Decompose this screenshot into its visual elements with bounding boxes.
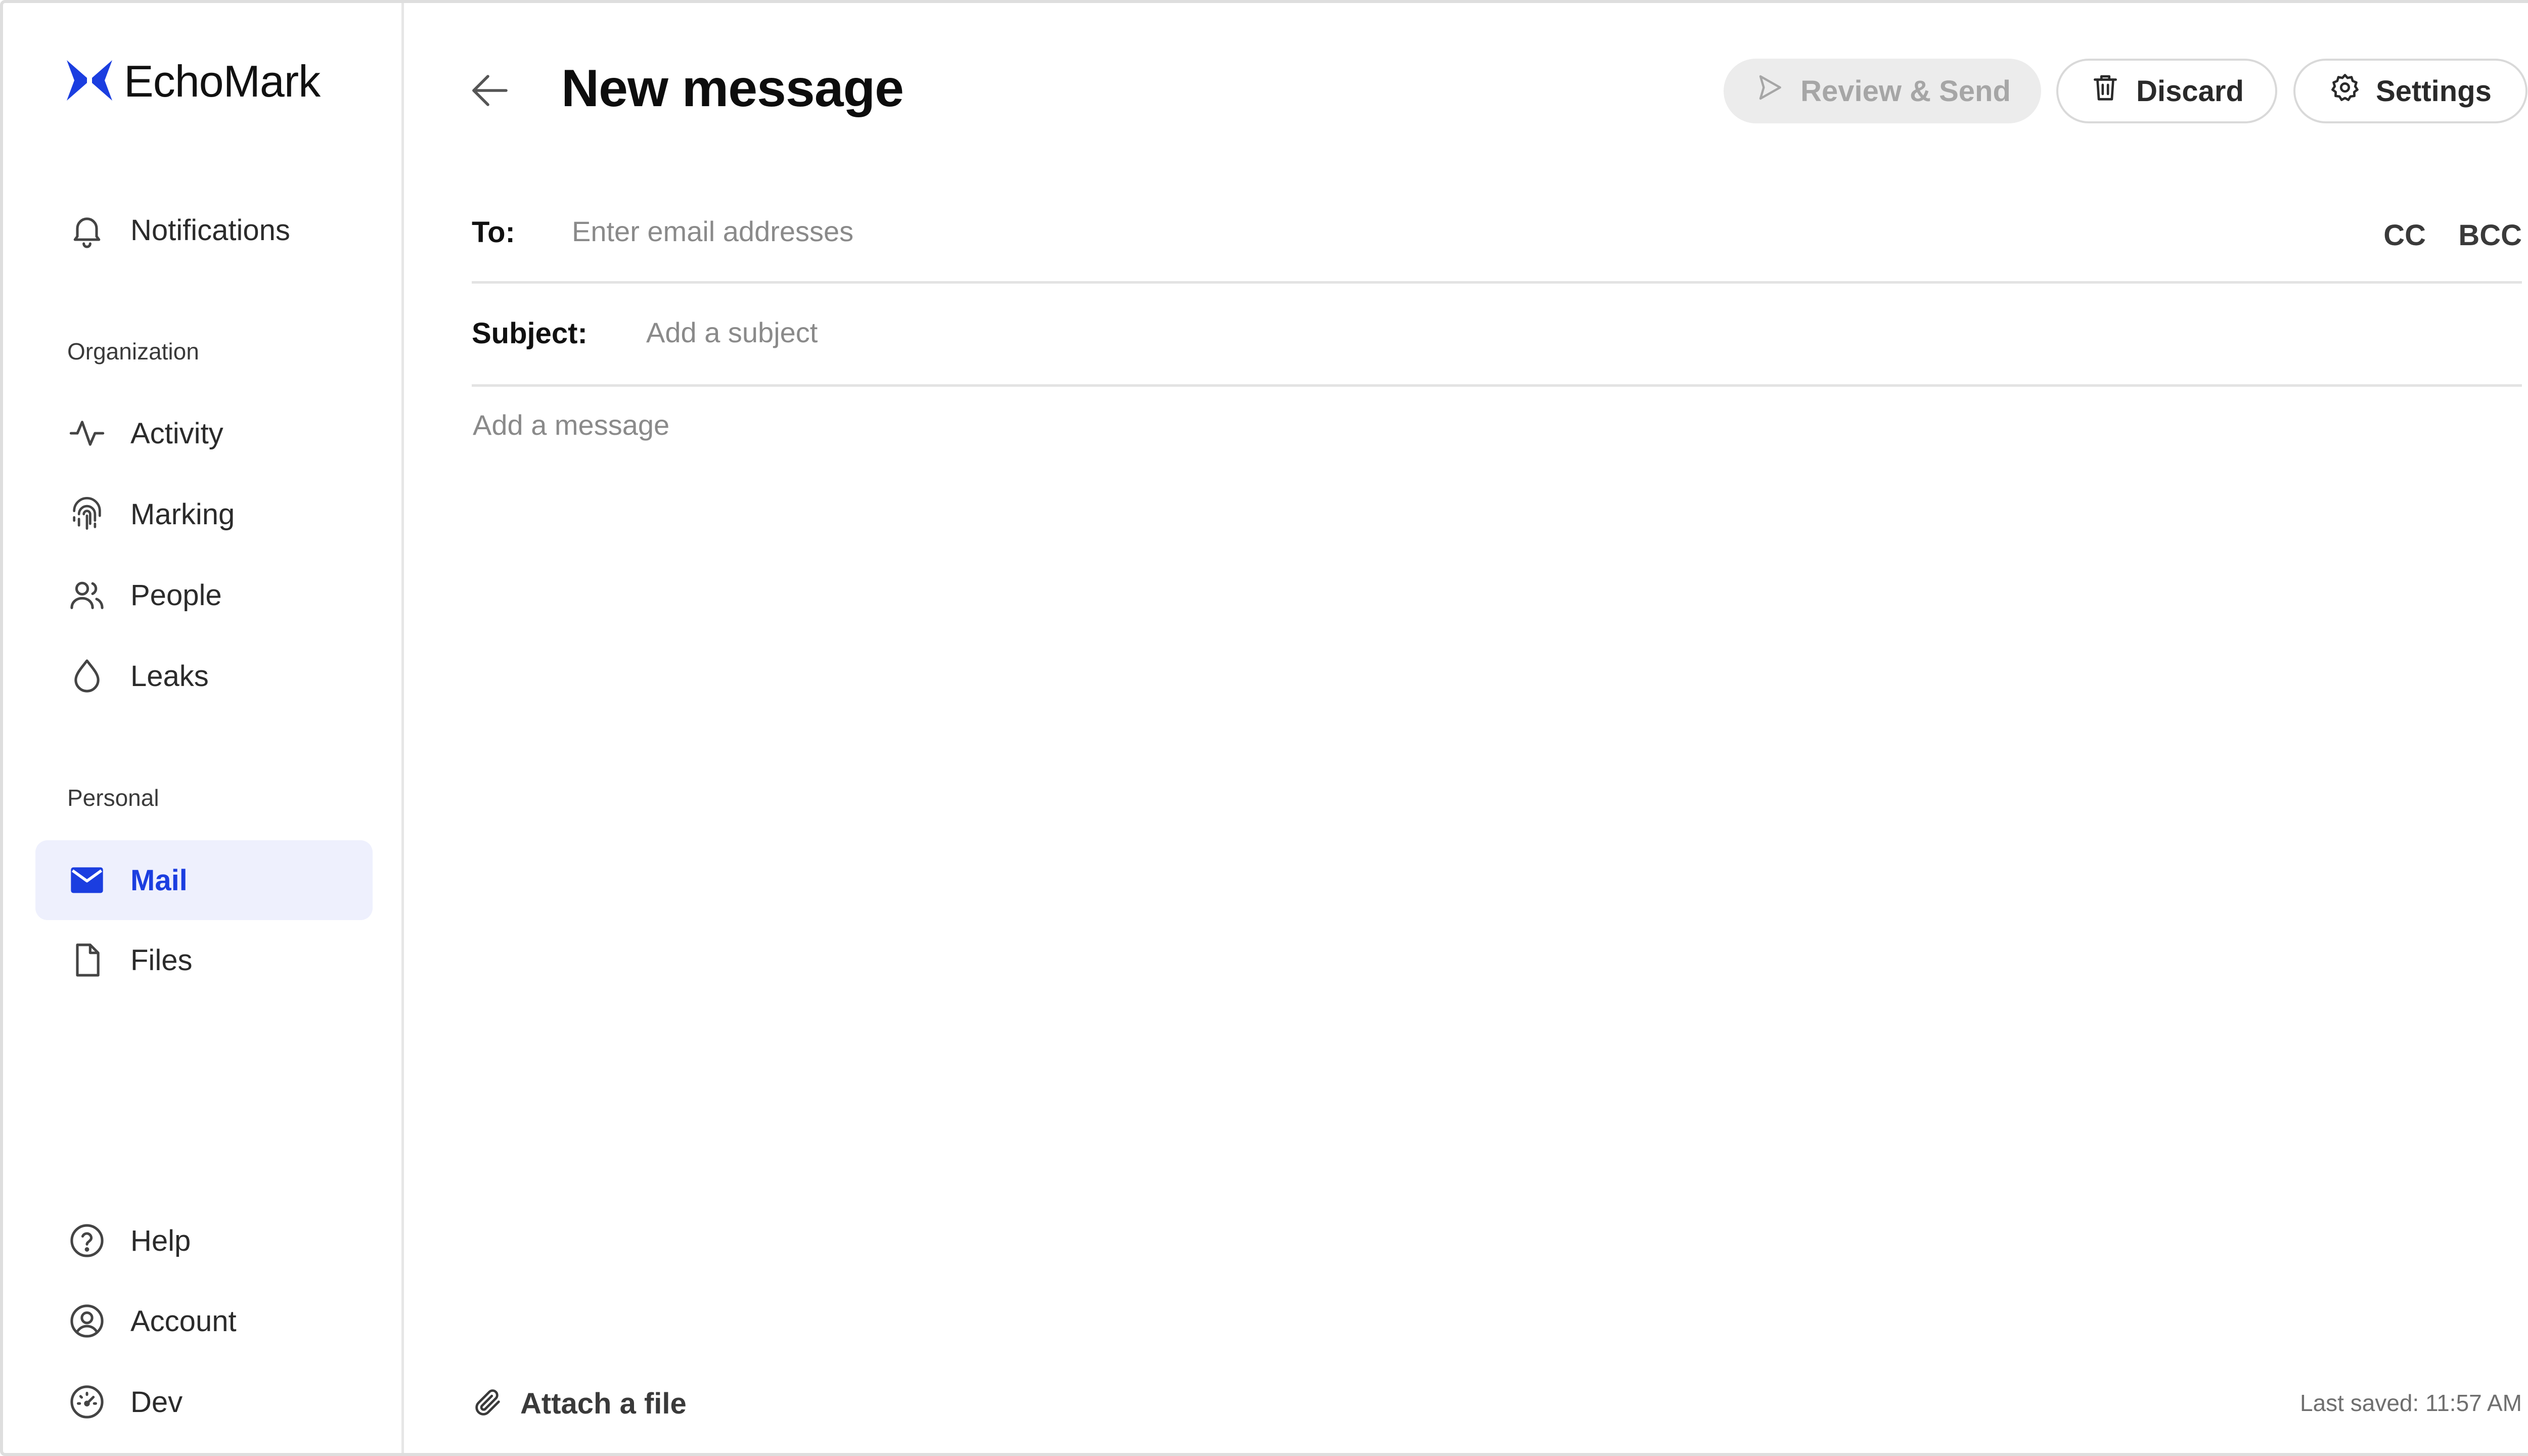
sidebar-item-label: Dev [130, 1385, 183, 1419]
echomark-logo-icon [64, 55, 115, 108]
sidebar-item-label: Notifications [130, 213, 290, 247]
sidebar-item-label: Files [130, 943, 193, 977]
page-title: New message [561, 59, 904, 118]
sidebar-item-files[interactable]: Files [35, 920, 373, 1000]
sidebar-item-account[interactable]: Account [35, 1281, 373, 1361]
sidebar-item-marking[interactable]: Marking [35, 474, 373, 554]
brand-logo[interactable]: EchoMark [64, 54, 321, 109]
arrow-left-icon [466, 66, 514, 117]
gauge-icon [67, 1382, 107, 1422]
to-label: To: [472, 216, 515, 249]
sidebar-item-help[interactable]: Help [35, 1201, 373, 1281]
compose-panel: New message Review & Send Discard Settin… [404, 3, 2528, 1453]
subject-row: Subject: [472, 281, 2522, 387]
to-row: To: CC BCC [472, 185, 2522, 284]
sidebar-item-label: People [130, 578, 222, 612]
message-body-input[interactable] [472, 407, 2522, 1320]
section-label-organization: Organization [67, 338, 199, 365]
last-saved-status: Last saved: 11:57 AM [2300, 1390, 2522, 1416]
cc-toggle[interactable]: CC [2383, 218, 2426, 252]
sidebar-item-label: Marking [130, 497, 235, 531]
bcc-toggle[interactable]: BCC [2458, 218, 2522, 252]
discard-button[interactable]: Discard [2056, 59, 2277, 123]
file-icon [67, 940, 107, 980]
paperclip-icon [472, 1386, 504, 1421]
app-window: EchoMark Notifications Organization Acti… [0, 0, 2528, 1456]
fingerprint-icon [67, 494, 107, 534]
review-send-label: Review & Send [1800, 74, 2011, 108]
attach-file-button[interactable]: Attach a file [472, 1378, 687, 1429]
back-button[interactable] [465, 66, 515, 117]
to-input[interactable] [571, 210, 2090, 252]
sidebar-item-label: Mail [130, 863, 188, 897]
sidebar-item-dev[interactable]: Dev [35, 1362, 373, 1442]
sidebar-item-notifications[interactable]: Notifications [35, 190, 373, 270]
help-icon [67, 1220, 107, 1261]
sidebar-item-label: Account [130, 1304, 237, 1338]
gear-icon [2329, 72, 2376, 110]
bell-icon [67, 210, 107, 250]
sidebar-item-activity[interactable]: Activity [35, 393, 373, 473]
droplet-icon [67, 656, 107, 696]
sidebar: EchoMark Notifications Organization Acti… [3, 3, 404, 1453]
mail-icon [67, 860, 107, 900]
sidebar-item-mail[interactable]: Mail [35, 840, 373, 920]
subject-label: Subject: [472, 317, 588, 350]
sidebar-item-label: Leaks [130, 659, 209, 693]
people-icon [67, 575, 107, 615]
settings-button[interactable]: Settings [2293, 59, 2527, 123]
trash-icon [2090, 72, 2136, 110]
discard-label: Discard [2136, 74, 2244, 108]
attach-file-label: Attach a file [520, 1387, 687, 1420]
sidebar-item-people[interactable]: People [35, 555, 373, 635]
send-icon [1754, 72, 1800, 110]
settings-label: Settings [2376, 74, 2492, 108]
subject-input[interactable] [645, 311, 2164, 353]
review-send-button[interactable]: Review & Send [1724, 59, 2041, 123]
brand-name: EchoMark [124, 56, 321, 106]
sidebar-item-label: Activity [130, 417, 223, 450]
account-icon [67, 1301, 107, 1341]
sidebar-item-label: Help [130, 1224, 191, 1257]
sidebar-item-leaks[interactable]: Leaks [35, 636, 373, 716]
activity-icon [67, 413, 107, 453]
section-label-personal: Personal [67, 785, 159, 811]
